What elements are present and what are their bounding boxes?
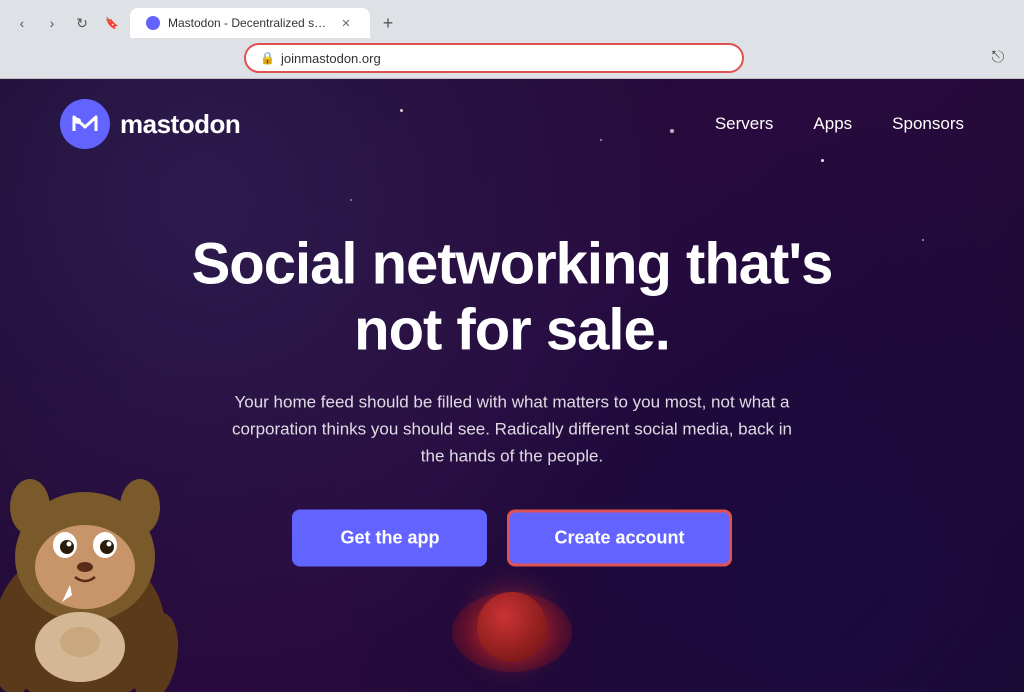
planet-sphere <box>477 592 547 662</box>
share-button[interactable]: ⎋ <box>984 44 1012 72</box>
navigation: mastodon Servers Apps Sponsors <box>0 79 1024 169</box>
logo-text: mastodon <box>120 109 240 140</box>
back-button[interactable]: ‹ <box>8 9 36 37</box>
tab-close-button[interactable]: ✕ <box>338 15 354 31</box>
hero-section: Social networking that's not for sale. Y… <box>162 231 862 567</box>
bookmarks-button[interactable]: 🔖 <box>98 9 126 37</box>
logo-icon <box>60 99 110 149</box>
hero-buttons: Get the app Create account <box>162 510 862 567</box>
logo[interactable]: mastodon <box>60 99 240 149</box>
browser-chrome: ‹ › ↻ 🔖 Mastodon - Decentralized social.… <box>0 0 1024 79</box>
hero-title: Social networking that's not for sale. <box>162 231 862 364</box>
tab-title: Mastodon - Decentralized social... <box>168 16 330 30</box>
tab-bar: ‹ › ↻ 🔖 Mastodon - Decentralized social.… <box>0 0 1024 38</box>
star-dot <box>922 239 924 241</box>
address-bar-row: 🔒 joinmastodon.org ⎋ <box>0 38 1024 78</box>
browser-controls: ‹ › ↻ 🔖 <box>8 9 126 37</box>
url-text: joinmastodon.org <box>281 51 728 66</box>
address-bar[interactable]: 🔒 joinmastodon.org <box>244 43 744 73</box>
tab-favicon <box>146 16 160 30</box>
active-tab[interactable]: Mastodon - Decentralized social... ✕ <box>130 8 370 38</box>
lock-icon: 🔒 <box>260 51 275 65</box>
get-app-button[interactable]: Get the app <box>292 510 487 567</box>
nav-servers[interactable]: Servers <box>715 114 774 134</box>
new-tab-button[interactable]: + <box>374 9 402 37</box>
hero-subtitle: Your home feed should be filled with wha… <box>222 388 802 470</box>
forward-button[interactable]: › <box>38 9 66 37</box>
website-content: mastodon Servers Apps Sponsors Social ne… <box>0 79 1024 692</box>
nav-apps[interactable]: Apps <box>813 114 852 134</box>
reload-button[interactable]: ↻ <box>68 9 96 37</box>
nav-sponsors[interactable]: Sponsors <box>892 114 964 134</box>
nav-links: Servers Apps Sponsors <box>715 114 964 134</box>
star-dot <box>350 199 352 201</box>
create-account-button[interactable]: Create account <box>507 510 731 567</box>
